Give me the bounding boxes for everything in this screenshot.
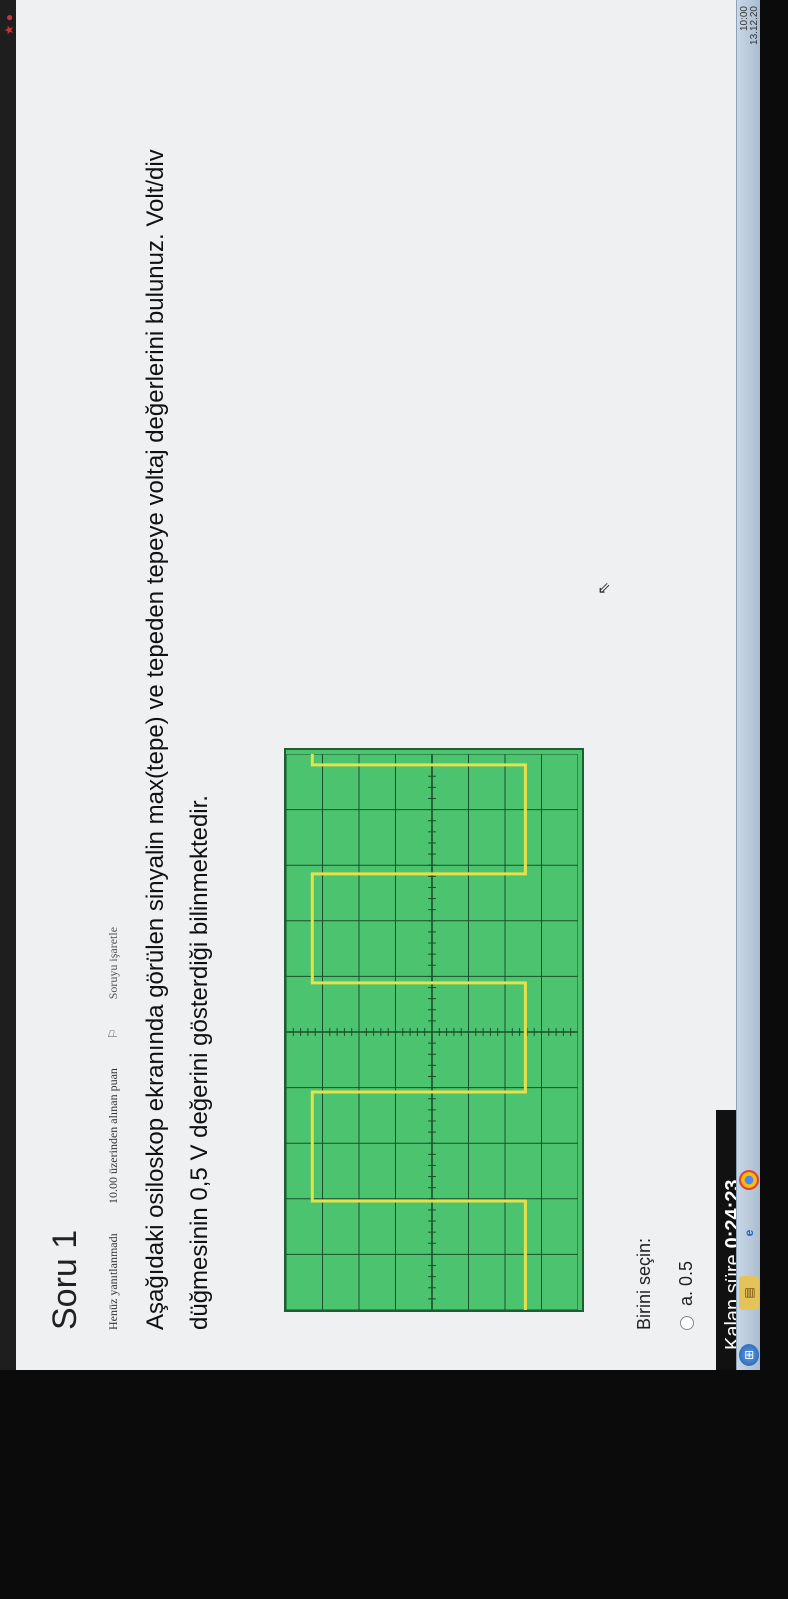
browser-toolbar-icons[interactable]: ★ ● [2, 14, 16, 35]
flag-label: Soruyu işaretle [106, 926, 120, 1000]
question-title: Soru 1 [46, 1229, 84, 1330]
browser-top-strip: ★ ● [0, 0, 16, 1370]
internet-explorer-icon[interactable]: e [739, 1216, 759, 1250]
system-tray-clock[interactable]: 10:00 13.12.20 [739, 6, 760, 45]
oscilloscope-screen [284, 748, 584, 1312]
radio-button[interactable] [679, 1316, 694, 1330]
question-text: Aşağıdaki osiloskop ekranında görülen si… [142, 149, 213, 1330]
oscilloscope-grid [286, 754, 578, 1310]
question-meta: Henüz yanıtlanmadı 10.00 üzerinden alına… [106, 875, 121, 1330]
tray-date: 13.12.20 [749, 6, 760, 45]
quiz-page: Soru 1 Henüz yanıtlanmadı 10.00 üzerinde… [16, 0, 750, 1370]
question-status: Henüz yanıtlanmadı [106, 1233, 120, 1330]
flag-icon: ⚐ [106, 1028, 120, 1040]
rotated-screen: ★ ● Soru 1 Henüz yanıtlanmadı 10.00 üzer… [0, 0, 760, 1370]
question-points: 10.00 üzerinden alınan puan [106, 1068, 120, 1205]
mouse-cursor-icon: ⇖ [596, 581, 613, 595]
flag-question-link[interactable]: ⚐ Soruyu işaretle [106, 901, 120, 1039]
oscilloscope-graph [286, 754, 578, 1310]
answer-option-label: a. 0.5 [676, 1260, 696, 1306]
windows-start-icon[interactable]: ⊞ [739, 1344, 759, 1366]
answer-prompt: Birini seçin: [634, 1237, 654, 1330]
file-explorer-icon[interactable]: ▤ [739, 1276, 759, 1310]
windows-taskbar: ⊞ ▤ e 10:00 13.12.20 [736, 0, 760, 1370]
chrome-icon[interactable] [739, 1170, 759, 1190]
answer-option-a[interactable]: a. 0.5 [676, 1261, 697, 1330]
